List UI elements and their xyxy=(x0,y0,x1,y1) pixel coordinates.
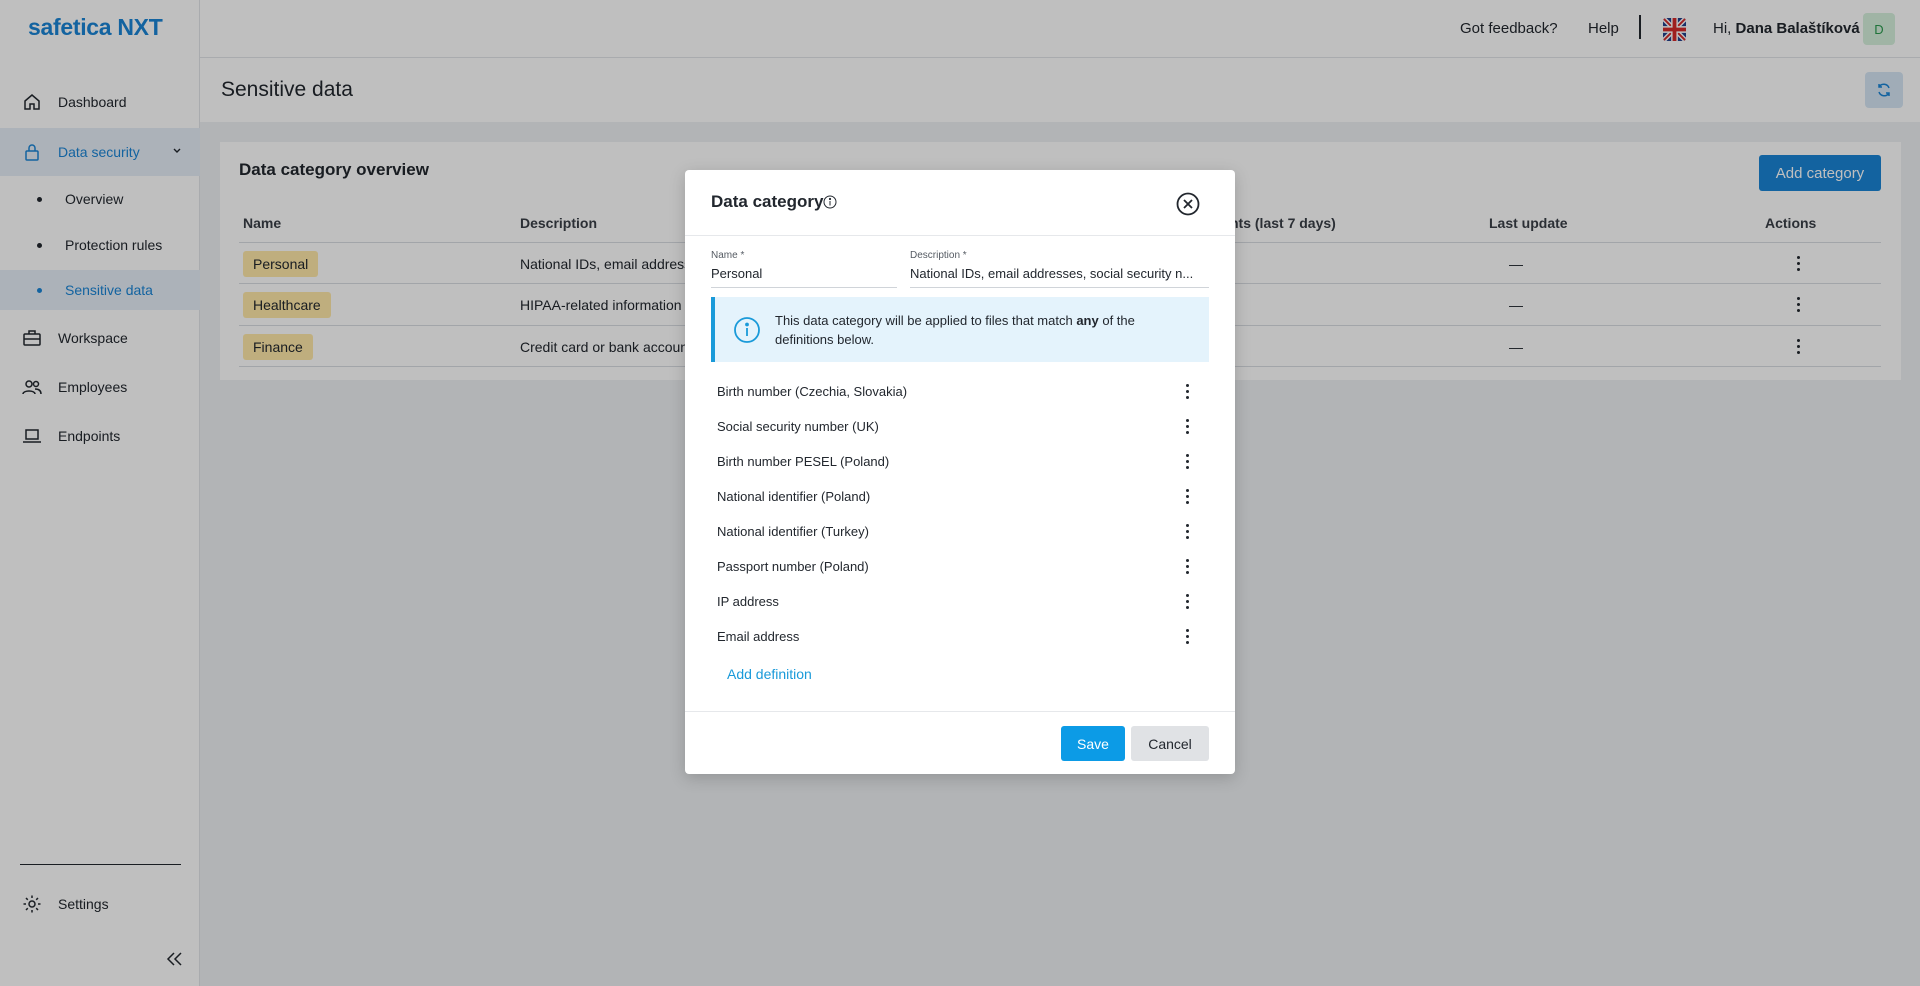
info-text-emphasis: any xyxy=(1076,313,1099,328)
cancel-button[interactable]: Cancel xyxy=(1131,726,1209,761)
more-actions-icon[interactable] xyxy=(1186,419,1190,435)
definition-item[interactable]: National identifier (Turkey) xyxy=(717,515,1207,550)
save-button[interactable]: Save xyxy=(1061,726,1125,761)
definition-item[interactable]: Birth number (Czechia, Slovakia) xyxy=(717,375,1207,410)
definition-item[interactable]: Birth number PESEL (Poland) xyxy=(717,445,1207,480)
name-field-label: Name * xyxy=(711,250,745,261)
name-field-underline xyxy=(711,287,897,288)
dialog-header-divider xyxy=(685,235,1235,236)
definition-label: Birth number PESEL (Poland) xyxy=(717,454,890,469)
more-actions-icon[interactable] xyxy=(1186,629,1190,645)
definition-label: National identifier (Poland) xyxy=(717,489,871,504)
definition-item[interactable]: National identifier (Poland) xyxy=(717,480,1207,515)
more-actions-icon[interactable] xyxy=(1186,454,1190,470)
info-banner-text: This data category will be applied to fi… xyxy=(775,311,1195,349)
info-text-part: This data category will be applied to fi… xyxy=(775,313,1077,328)
more-actions-icon[interactable] xyxy=(1186,594,1190,610)
definition-label: National identifier (Turkey) xyxy=(717,524,869,539)
add-definition-link[interactable]: Add definition xyxy=(727,666,812,682)
more-actions-icon[interactable] xyxy=(1186,524,1190,540)
description-field-underline xyxy=(910,287,1209,288)
dialog-footer-divider xyxy=(685,711,1235,712)
info-banner: This data category will be applied to fi… xyxy=(711,297,1209,362)
definition-item[interactable]: Social security number (UK) xyxy=(717,410,1207,445)
definition-label: IP address xyxy=(717,594,779,609)
data-category-dialog: Data category Name * Personal Descriptio… xyxy=(685,170,1235,774)
definition-label: Passport number (Poland) xyxy=(717,559,869,574)
info-circle-icon xyxy=(734,317,760,343)
definition-item[interactable]: Passport number (Poland) xyxy=(717,550,1207,585)
definition-label: Email address xyxy=(717,629,800,644)
more-actions-icon[interactable] xyxy=(1186,384,1190,400)
info-icon[interactable] xyxy=(823,195,837,209)
name-field[interactable]: Personal xyxy=(711,266,893,281)
definition-item[interactable]: IP address xyxy=(717,585,1207,620)
more-actions-icon[interactable] xyxy=(1186,559,1190,575)
dialog-title: Data category xyxy=(711,192,824,211)
description-field-label: Description * xyxy=(910,250,967,261)
definition-label: Social security number (UK) xyxy=(717,419,879,434)
definition-item[interactable]: Email address xyxy=(717,620,1207,655)
definition-label: Birth number (Czechia, Slovakia) xyxy=(717,384,908,399)
description-field[interactable]: National IDs, email addresses, social se… xyxy=(910,266,1209,281)
close-icon[interactable] xyxy=(1176,192,1200,216)
more-actions-icon[interactable] xyxy=(1186,489,1190,505)
